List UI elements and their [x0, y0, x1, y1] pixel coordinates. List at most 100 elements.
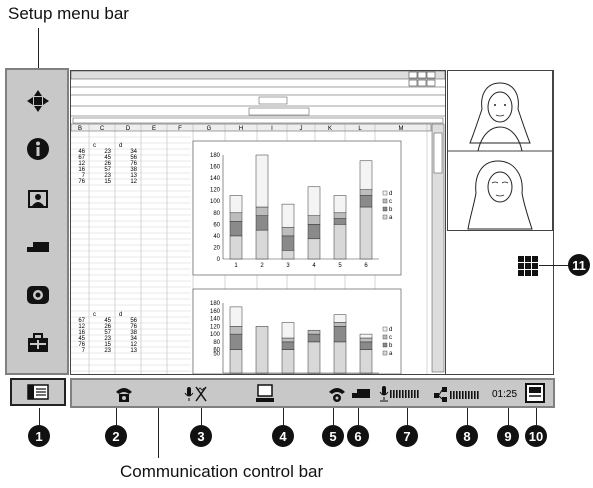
legend-label: c: [389, 335, 392, 341]
table-cell: 12: [130, 179, 137, 185]
formula-bar[interactable]: [72, 117, 444, 124]
y-tick-label: 160: [210, 165, 221, 171]
column-header: M: [399, 126, 404, 132]
column-header: K: [328, 126, 332, 132]
y-tick-label: 20: [213, 245, 220, 251]
bar-segment-d: [229, 306, 243, 327]
communication-control-bar-label: Communication control bar: [120, 462, 324, 481]
bar-segment-c: [281, 226, 295, 237]
callout-8-leader: [467, 408, 468, 425]
picture-icon[interactable]: [25, 186, 51, 212]
level-segment: [393, 390, 395, 398]
bar-segment-c: [333, 322, 347, 327]
menu-button[interactable]: [10, 378, 66, 406]
pc-icon[interactable]: [256, 384, 274, 402]
table-cell: 15: [104, 179, 111, 185]
window-controls-2[interactable]: [408, 79, 436, 87]
window-controls-1[interactable]: [408, 71, 436, 79]
callout-1-leader: [39, 408, 40, 425]
bar-segment-b: [229, 221, 243, 237]
bar-segment-a: [229, 235, 243, 260]
callout-1: 1: [28, 425, 50, 447]
bar-segment-d: [229, 195, 243, 214]
y-tick-label: 140: [210, 317, 221, 323]
callout-4-leader: [283, 408, 284, 425]
bar-segment-b: [333, 218, 347, 225]
column-header: G: [207, 126, 212, 132]
bar-segment-a: [359, 349, 373, 374]
legend-swatch: [382, 190, 388, 196]
camera-icon[interactable]: [25, 282, 51, 308]
card-icon[interactable]: [25, 234, 51, 260]
y-tick-label: 140: [210, 176, 221, 182]
legend-swatch: [382, 326, 388, 332]
level-segment: [453, 391, 455, 399]
keypad-icon[interactable]: [518, 256, 538, 276]
phone-answer-icon[interactable]: [329, 388, 345, 402]
remote-participant-video[interactable]: [469, 82, 531, 152]
bar-segment-a: [307, 341, 321, 374]
callout-9-leader: [508, 408, 509, 425]
bar-segment-c: [333, 212, 347, 219]
level-segment: [456, 391, 458, 399]
y-tick-label: 180: [210, 153, 221, 159]
phone-icon[interactable]: [116, 388, 132, 402]
bar-segment-a: [333, 224, 347, 260]
bar-segment-b: [307, 224, 321, 240]
callout-3-leader: [201, 408, 202, 425]
level-segment: [390, 390, 392, 398]
table-cell: 23: [104, 348, 111, 354]
mic-level-icon: [379, 386, 419, 402]
spreadsheet-canvas: BCDEFGHIJKLM c d46 23 3467 45 5612 26 7616 57 387…: [71, 71, 445, 374]
exit-icon[interactable]: [525, 383, 545, 403]
level-segment: [477, 391, 479, 399]
level-segment: [414, 390, 416, 398]
mic-mute-icon[interactable]: [184, 386, 207, 402]
bar-segment-a: [281, 349, 295, 374]
bar-segment-a: [255, 326, 269, 374]
bar-segment-b: [255, 215, 269, 231]
table-header: c: [93, 143, 96, 149]
level-segment: [417, 390, 419, 398]
table-header: c: [93, 312, 96, 318]
y-tick-label: 100: [210, 199, 221, 205]
legend-label: d: [389, 327, 392, 333]
callout-8: 8: [456, 425, 478, 447]
spreadsheet-window: BCDEFGHIJKLM c d 46 23 34 67 45 56 12 26 76 16 57 38 7…: [70, 70, 446, 375]
toolbox-icon[interactable]: [25, 330, 51, 356]
bar-segment-b: [281, 235, 295, 251]
bottom-border: [70, 374, 554, 375]
local-participant-video[interactable]: [467, 160, 533, 230]
bar-segment-a: [255, 229, 269, 260]
level-segment: [468, 391, 470, 399]
video-panel: [447, 70, 553, 231]
bar-segment-d: [281, 203, 295, 228]
level-segment: [411, 390, 413, 398]
callout-2-leader: [116, 408, 117, 425]
legend-swatch: [382, 334, 388, 340]
level-segment: [462, 391, 464, 399]
y-tick-label: 60: [213, 348, 220, 354]
callout-10: 10: [525, 425, 547, 447]
menu-list-icon: [27, 384, 49, 400]
table-header: d: [119, 143, 122, 149]
callout-2: 2: [105, 425, 127, 447]
move-icon[interactable]: [25, 88, 51, 114]
setup-menu-bar-label: Setup menu bar: [8, 4, 129, 23]
info-icon[interactable]: [25, 136, 51, 162]
table-cell: 13: [130, 348, 137, 354]
bar-segment-a: [333, 341, 347, 374]
bar-segment-a: [281, 250, 295, 260]
callout-6-leader: [358, 408, 359, 425]
bar-segment-b: [229, 333, 243, 350]
legend-swatch: [382, 198, 388, 204]
y-tick-label: 120: [210, 188, 221, 194]
bar-segment-b: [359, 195, 373, 208]
bar-segment-c: [229, 212, 243, 222]
card-icon[interactable]: [352, 389, 370, 398]
callout-9: 9: [497, 425, 519, 447]
bar-segment-c: [359, 189, 373, 196]
scrollbar-thumb[interactable]: [433, 132, 443, 174]
level-segment: [399, 390, 401, 398]
callout-7: 7: [396, 425, 418, 447]
